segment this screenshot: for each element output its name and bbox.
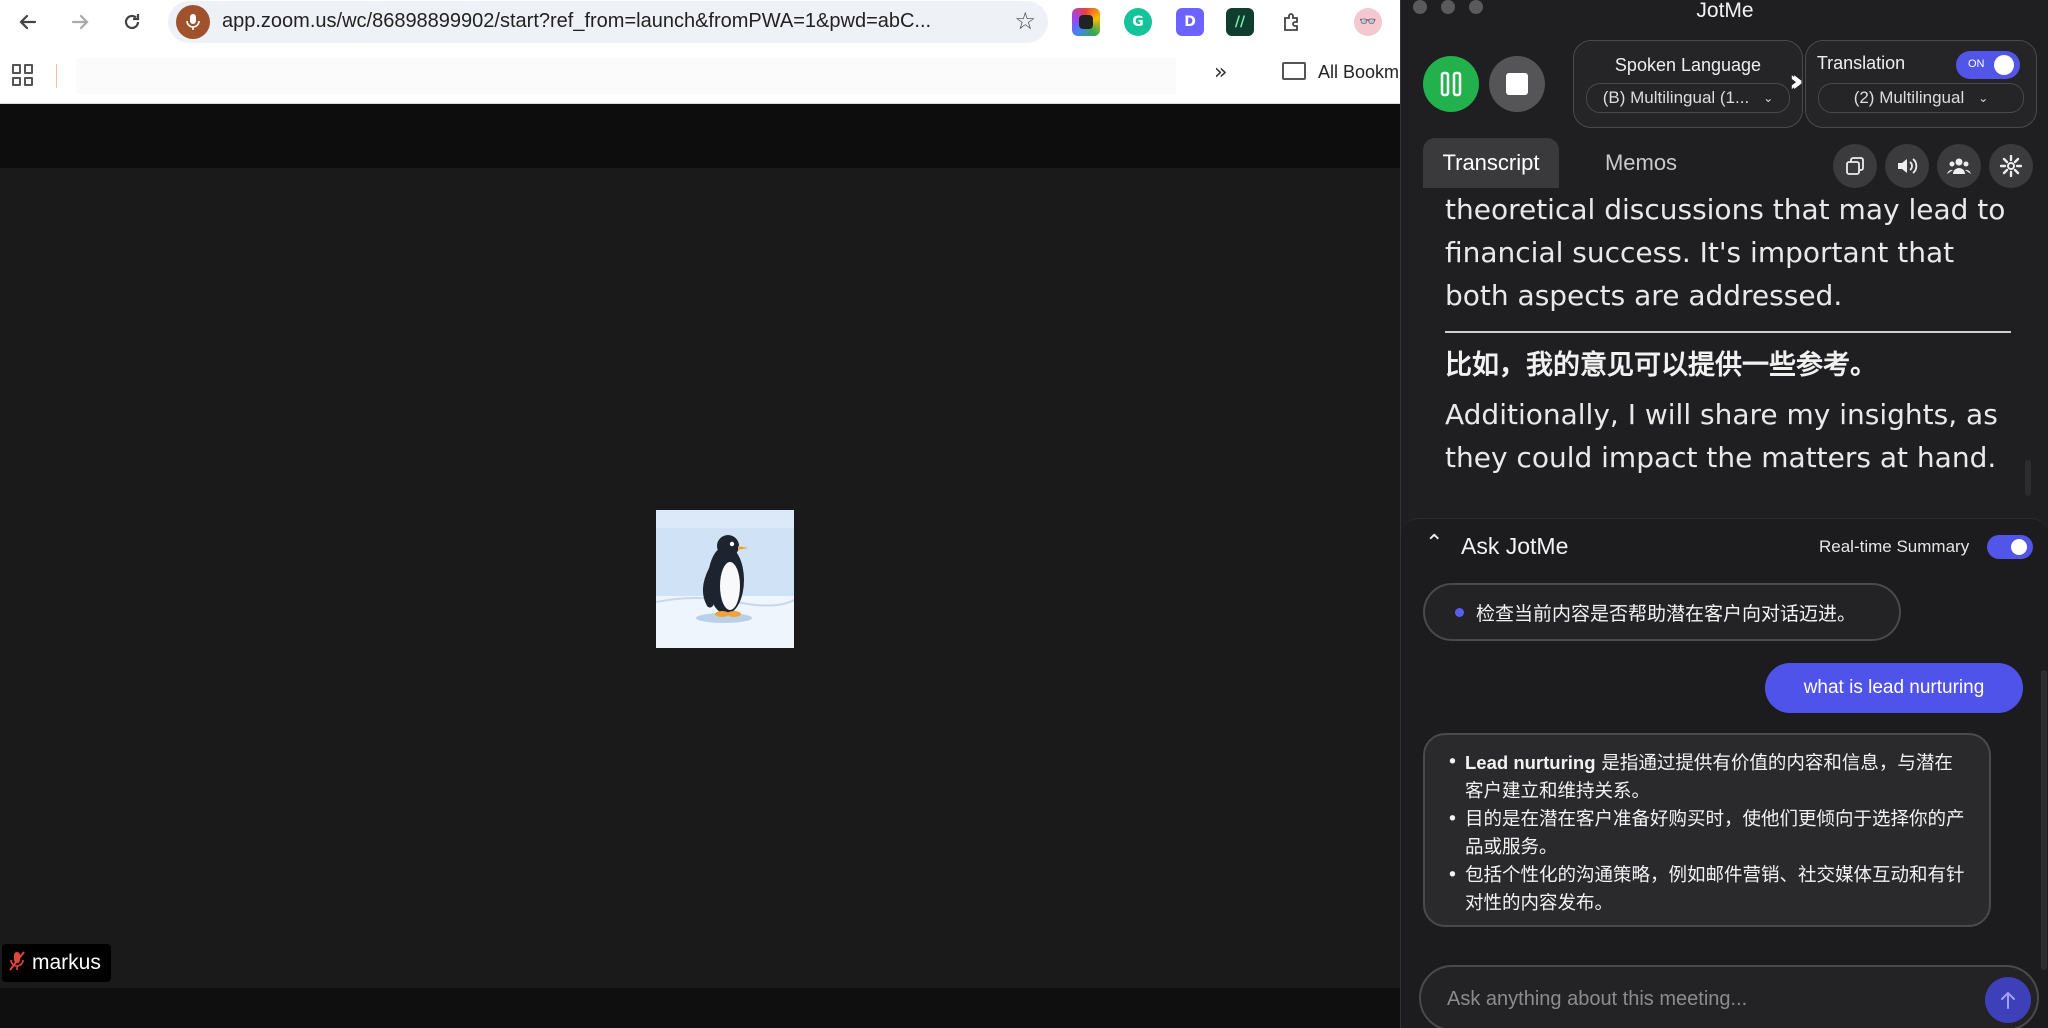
transcript-segment-original: 比如，我的意见可以提供一些参考。	[1445, 350, 1877, 381]
chevron-down-icon: ⌄	[1763, 91, 1774, 105]
forward-icon[interactable]	[64, 6, 96, 38]
suggestion-dot-icon	[1455, 607, 1464, 617]
participant-name: markus	[32, 951, 101, 974]
ask-jotme-panel: ⌃ Ask JotMe Real-time Summary 检查当前内容是否帮助…	[1401, 518, 2048, 1028]
translation-toggle[interactable]: ON	[1956, 51, 2020, 79]
transcript-divider	[1445, 331, 2011, 333]
profile-avatar-icon[interactable]: 👓	[1354, 8, 1382, 36]
answer-item: Lead nurturing 是指通过提供有价值的内容和信息，与潜在客户建立和维…	[1441, 749, 1969, 806]
stop-icon	[1506, 73, 1528, 95]
apps-grid-icon[interactable]	[12, 64, 34, 86]
answer-term: Lead nurturing	[1465, 752, 1596, 773]
translation-box: Translation ON (2) Multilingual ⌄	[1805, 40, 2037, 128]
participant-avatar	[656, 510, 794, 648]
transcript-area[interactable]: theoretical discussions that may lead to…	[1445, 188, 2011, 506]
extension-dark-green-icon[interactable]: //	[1226, 8, 1254, 36]
send-button[interactable]	[1985, 977, 2031, 1023]
bookmarks-bar: » All Bookm	[0, 52, 1400, 102]
spoken-language-select[interactable]: (B) Multilingual (1... ⌄	[1586, 83, 1790, 113]
settings-button[interactable]	[1989, 144, 2033, 188]
back-icon[interactable]	[12, 6, 44, 38]
answer-item: 目的是在潜在客户准备好购买时，使他们更倾向于选择你的产品或服务。	[1441, 806, 1969, 862]
meeting-stage: markus	[0, 104, 1400, 1028]
answer-list: Lead nurturing 是指通过提供有价值的内容和信息，与潜在客户建立和维…	[1441, 749, 1969, 918]
browser-chrome: app.zoom.us/wc/86898899902/start?ref_fro…	[0, 0, 1400, 104]
translation-label: Translation	[1816, 53, 1906, 73]
ask-input-box	[1419, 965, 2039, 1028]
suggestion-text: 检查当前内容是否帮助潜在客户向对话迈进。	[1476, 602, 1857, 625]
extension-purple-icon[interactable]: D	[1176, 8, 1204, 36]
window-title: JotMe	[1696, 0, 1754, 22]
translation-language-value: (2) Multilingual	[1853, 88, 1965, 107]
translation-language-select[interactable]: (2) Multilingual ⌄	[1818, 83, 2024, 113]
copy-button[interactable]	[1833, 144, 1877, 188]
ask-jotme-title: Ask JotMe	[1461, 533, 1569, 559]
suggestion-chip[interactable]: 检查当前内容是否帮助潜在客户向对话迈进。	[1423, 583, 1901, 641]
toggle-knob	[2011, 539, 2027, 555]
realtime-summary-label: Real-time Summary	[1819, 537, 1970, 556]
answer-bubble: Lead nurturing 是指通过提供有价值的内容和信息，与潜在客户建立和维…	[1423, 733, 1991, 927]
tab-transcript[interactable]: Transcript	[1423, 138, 1559, 188]
transcript-segment-translation: theoretical discussions that may lead to…	[1445, 193, 2006, 312]
realtime-summary-toggle[interactable]	[1987, 535, 2033, 559]
pause-icon	[1440, 71, 1462, 97]
pause-recording-button[interactable]	[1423, 56, 1479, 112]
answer-item: 包括个性化的沟通策略，例如邮件营销、社交媒体互动和有针对性的内容发布。	[1441, 862, 1969, 918]
toggle-knob	[1994, 55, 2014, 75]
collapse-chevron-icon[interactable]: ⌃	[1425, 531, 1443, 556]
speaker-icon	[1898, 158, 1918, 174]
arrow-up-icon	[2001, 991, 2015, 1009]
extension-colorful-icon[interactable]	[1072, 8, 1100, 36]
spoken-language-value: (B) Multilingual (1...	[1602, 88, 1750, 107]
transcript-scrollbar[interactable]	[2025, 460, 2031, 496]
jotme-panel: JotMe Spoken Language (B) Multilingual (…	[1400, 0, 2048, 1028]
meeting-top-bar	[0, 104, 1400, 168]
extensions-puzzle-icon[interactable]	[1278, 8, 1306, 36]
translation-toggle-state: ON	[1968, 58, 1985, 70]
tab-memos[interactable]: Memos	[1581, 138, 1701, 188]
audio-button[interactable]	[1885, 144, 1929, 188]
muted-microphone-icon	[8, 950, 26, 976]
microphone-in-use-icon[interactable]	[176, 5, 210, 39]
copy-icon	[1846, 157, 1864, 175]
url-text[interactable]: app.zoom.us/wc/86898899902/start?ref_fro…	[222, 10, 992, 33]
participant-name-tag: markus	[2, 944, 111, 982]
stop-recording-button[interactable]	[1489, 56, 1545, 112]
more-bookmarks-icon[interactable]: »	[1214, 60, 1227, 85]
chevron-down-icon: ⌄	[1978, 91, 1989, 105]
bookmark-star-icon[interactable]: ☆	[1014, 7, 1036, 35]
grammarly-extension-icon[interactable]: G	[1124, 8, 1152, 36]
people-icon	[1947, 158, 1971, 174]
reload-icon[interactable]	[116, 6, 148, 38]
bookmarks-separator	[56, 64, 57, 88]
panel-scrollbar[interactable]	[2041, 670, 2047, 970]
user-question-bubble: what is lead nurturing	[1765, 663, 2023, 713]
bookmarks-area	[76, 58, 1176, 94]
participants-button[interactable]	[1937, 144, 1981, 188]
transcript-segment-translation: Additionally, I will share my insights, …	[1445, 398, 1998, 474]
meeting-bottom-bar	[0, 988, 1400, 1028]
gear-icon	[2000, 155, 2022, 177]
folder-icon[interactable]	[1282, 62, 1306, 80]
all-bookmarks-link[interactable]: All Bookm	[1318, 62, 1399, 83]
ask-input[interactable]	[1447, 981, 1947, 1017]
address-bar[interactable]: app.zoom.us/wc/86898899902/start?ref_fro…	[168, 1, 1048, 43]
